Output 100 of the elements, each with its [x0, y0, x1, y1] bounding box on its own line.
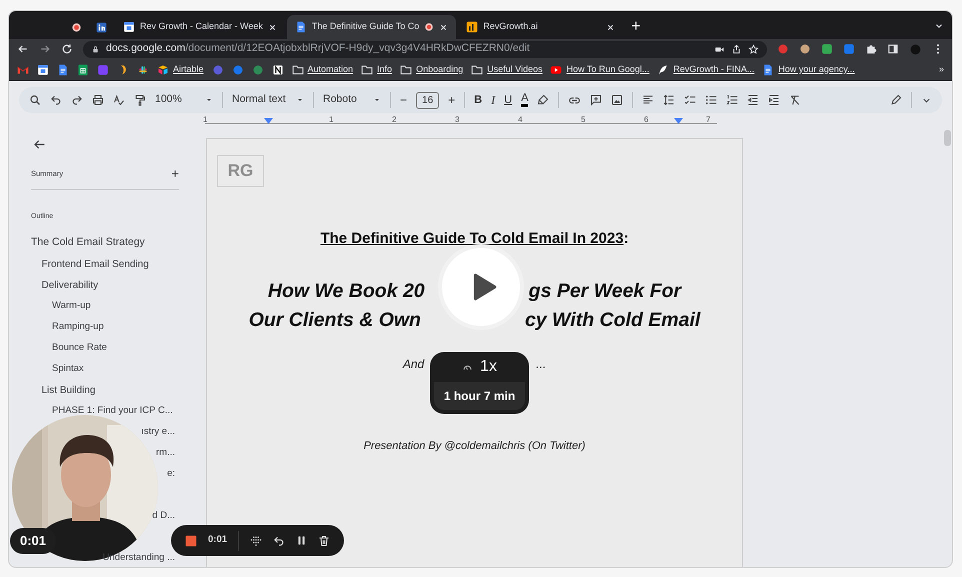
ruler-number: 5	[581, 114, 586, 126]
bookmark-icon	[157, 64, 169, 76]
close-icon[interactable]	[268, 22, 277, 32]
reload-icon[interactable]	[61, 43, 73, 55]
spellcheck-icon[interactable]	[113, 94, 125, 106]
drawing-tool-icon[interactable]	[250, 534, 262, 546]
increase-indent-icon[interactable]	[768, 94, 780, 106]
bookmark-link[interactable]: How your agency...	[762, 62, 855, 76]
tab-title: Rev Growth - Calendar - Week	[140, 20, 263, 34]
extension-icon[interactable]	[843, 43, 855, 55]
new-tab-button[interactable]: +	[631, 19, 641, 35]
bookmark-link[interactable]: Airtable	[157, 62, 204, 76]
outline-item[interactable]: Deliverability	[31, 274, 98, 296]
tab-title: The Definitive Guide To Co	[312, 20, 420, 34]
line-spacing-icon[interactable]	[663, 94, 676, 106]
style-dropdown[interactable]: Normal text	[232, 92, 304, 108]
bookmark-icon[interactable]	[77, 64, 89, 76]
back-icon[interactable]	[33, 138, 46, 151]
outline-item[interactable]: Warm-up	[31, 296, 91, 316]
decrease-font-button[interactable]: −	[400, 94, 408, 106]
bookmark-icon[interactable]	[37, 64, 49, 76]
extension-icon[interactable]	[799, 43, 811, 55]
bookmark-link[interactable]: Useful Videos	[471, 62, 542, 76]
ruler-number: 2	[392, 114, 396, 126]
paint-format-icon[interactable]	[134, 94, 146, 106]
bookmark-link[interactable]: Info	[361, 62, 392, 76]
outline-item[interactable]: e:	[167, 464, 175, 484]
italic-button[interactable]: I	[491, 94, 496, 106]
subtitle-text: Our Clients & Own	[248, 308, 421, 333]
bookmark-icon[interactable]	[57, 64, 69, 76]
bookmark-icon	[657, 64, 670, 76]
zoom-dropdown[interactable]: 100%	[155, 92, 213, 108]
outline-item[interactable]: Spintax	[31, 358, 84, 380]
font-dropdown[interactable]: Roboto	[323, 92, 381, 108]
extension-icon[interactable]	[777, 43, 789, 55]
share-icon[interactable]	[731, 44, 742, 54]
browser-tab[interactable]: Rev Growth - Calendar - Week	[115, 15, 285, 39]
underline-button[interactable]: U	[504, 94, 512, 106]
back-icon[interactable]	[17, 43, 29, 55]
search-icon[interactable]	[29, 94, 41, 106]
comment-icon[interactable]	[590, 94, 602, 106]
tab-title: RevGrowth.ai	[483, 20, 539, 34]
address-bar[interactable]: docs.google.com/document/d/12EOAtjobxblRrjVOF-H9dy_vqv3g4V4HRkDwCFEZRN0/edit	[83, 40, 767, 58]
redo-icon[interactable]	[71, 94, 83, 106]
text-color-button[interactable]: A	[521, 93, 528, 107]
bookmark-icon[interactable]	[137, 64, 149, 76]
extensions-icon[interactable]	[865, 43, 877, 55]
forward-icon[interactable]	[39, 43, 51, 55]
more-bookmarks-button[interactable]: »	[938, 62, 944, 76]
logo: RG	[217, 155, 264, 187]
folder-icon	[292, 64, 304, 76]
pencil-icon[interactable]	[890, 94, 902, 106]
indent-marker-icon[interactable]	[264, 118, 273, 124]
close-icon[interactable]	[439, 22, 448, 32]
delete-icon[interactable]	[318, 534, 330, 546]
extension-icon[interactable]	[821, 43, 833, 55]
bold-button[interactable]: B	[474, 94, 482, 106]
body-text: ...	[536, 356, 546, 373]
bullet-list-icon[interactable]	[705, 94, 718, 106]
body-text: And	[402, 356, 424, 373]
outline-item[interactable]: Bounce Rate	[31, 338, 107, 358]
print-icon[interactable]	[92, 94, 104, 106]
browser-tab[interactable]: RevGrowth.ai	[458, 15, 624, 39]
font-size-field[interactable]: 16	[416, 92, 440, 108]
bookmark-link[interactable]: Automation	[292, 62, 354, 76]
scrollbar-thumb[interactable]	[944, 130, 951, 146]
outline-item[interactable]: Ramping-up	[31, 316, 104, 338]
subtitle-text: How We Book 20	[268, 279, 425, 304]
image-icon[interactable]	[611, 94, 624, 106]
bookmark-icon[interactable]	[272, 64, 284, 76]
checklist-icon[interactable]	[684, 94, 696, 106]
clear-formatting-icon[interactable]	[789, 94, 802, 106]
align-icon[interactable]	[642, 94, 654, 106]
bookmark-star-icon[interactable]	[748, 44, 759, 54]
outline-item[interactable]: ıstry e...	[141, 422, 175, 442]
folder-icon	[400, 64, 412, 76]
add-summary-button[interactable]: +	[171, 167, 179, 180]
outline-item[interactable]: Frontend Email Sending	[31, 254, 149, 274]
bookmark-link[interactable]: RevGrowth - FINA...	[657, 62, 754, 76]
speed-popup[interactable]: 1x 1 hour 7 min	[430, 352, 529, 414]
bookmark-link[interactable]: Onboarding	[400, 62, 464, 76]
stop-button[interactable]	[185, 534, 197, 546]
side-panel-icon[interactable]	[887, 43, 899, 55]
outline-item[interactable]: d D...	[152, 506, 175, 526]
increase-font-button[interactable]: +	[448, 94, 456, 106]
ruler-number: 7	[706, 114, 710, 126]
indent-marker-icon[interactable]	[674, 118, 683, 124]
outline-item[interactable]: List Building	[31, 380, 96, 400]
ruler-number: 4	[518, 114, 522, 126]
pause-icon[interactable]	[296, 535, 307, 546]
numbered-list-icon[interactable]	[726, 94, 738, 106]
outline-item[interactable]: The Cold Email Strategy	[31, 232, 145, 254]
close-icon[interactable]	[606, 22, 616, 32]
browser-tab[interactable]: The Definitive Guide To Co	[286, 15, 456, 39]
undo-icon[interactable]	[50, 94, 62, 106]
outline-item[interactable]: rm...	[156, 442, 175, 464]
bookmark-link[interactable]: How To Run Googl...	[550, 62, 650, 76]
decrease-indent-icon[interactable]	[747, 94, 760, 106]
highlight-icon[interactable]	[537, 94, 550, 106]
outline-item[interactable]: PHASE 1: Find your ICP C...	[31, 400, 173, 422]
